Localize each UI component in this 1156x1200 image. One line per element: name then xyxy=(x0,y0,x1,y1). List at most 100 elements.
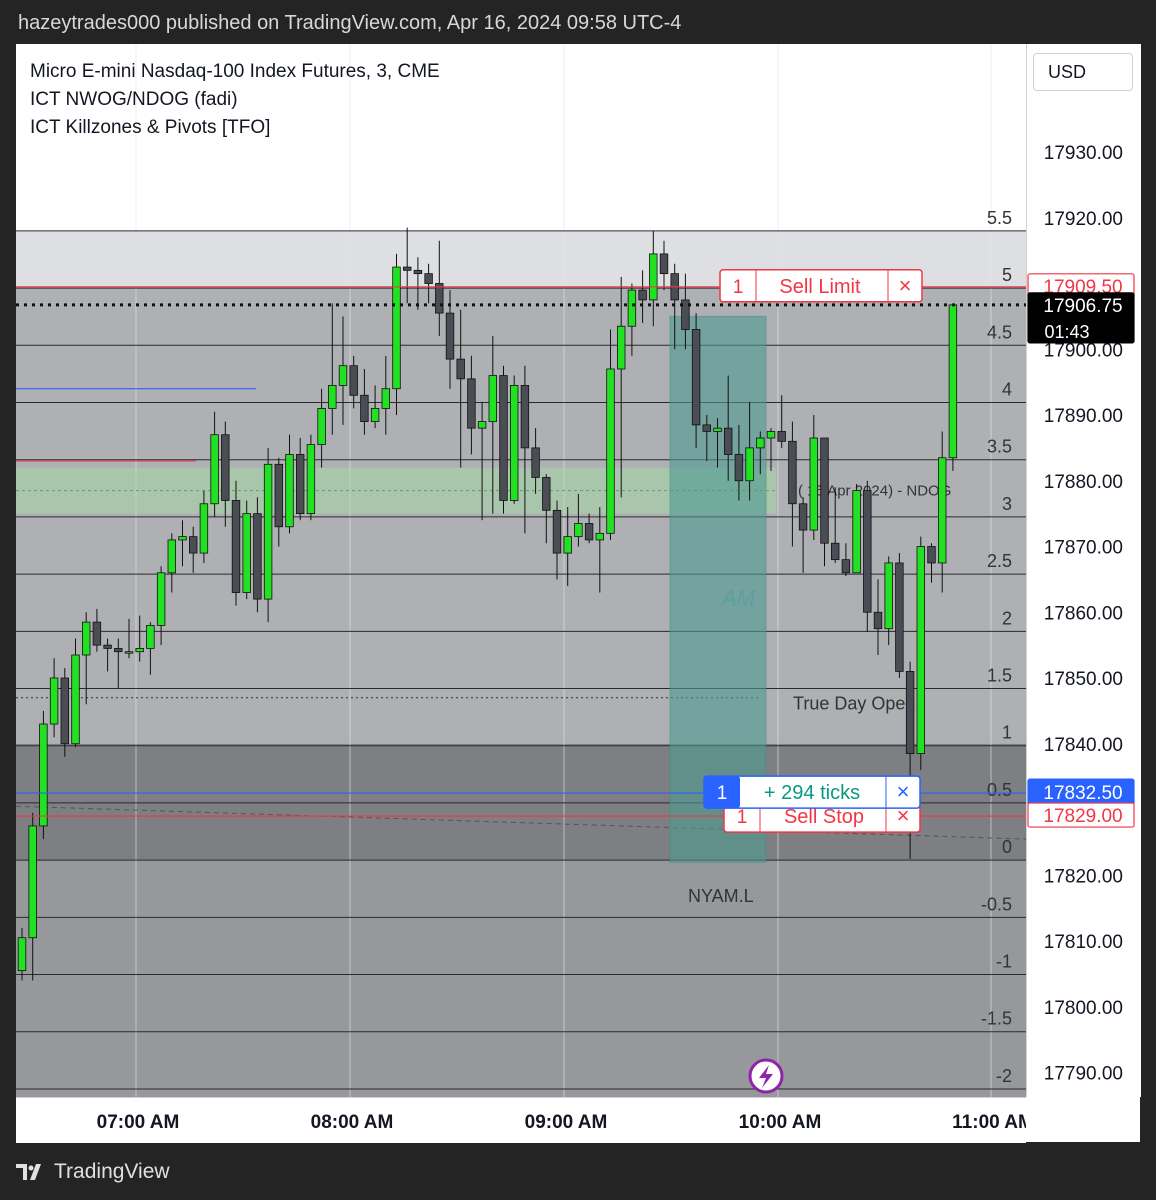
candle-bearish[interactable] xyxy=(542,477,551,511)
candle-bullish[interactable] xyxy=(28,825,37,939)
candle-bullish[interactable] xyxy=(766,431,776,439)
candle-bullish[interactable] xyxy=(328,385,337,409)
candle-bearish[interactable] xyxy=(360,394,369,422)
candle-bearish[interactable] xyxy=(92,621,102,646)
candle-bullish[interactable] xyxy=(809,437,818,531)
candle-bearish[interactable] xyxy=(905,671,915,755)
candle-bearish[interactable] xyxy=(531,447,540,478)
candle-bearish[interactable] xyxy=(820,437,829,544)
order-qty[interactable]: 1 xyxy=(733,277,744,298)
candle-bullish[interactable] xyxy=(156,572,166,626)
candle-bearish[interactable] xyxy=(863,490,872,613)
candle-bearish[interactable] xyxy=(499,375,508,501)
candle-bearish[interactable] xyxy=(274,463,283,528)
candle-bullish[interactable] xyxy=(199,503,209,554)
candle-bearish[interactable] xyxy=(413,269,423,275)
candle-bearish[interactable] xyxy=(552,509,562,554)
candle-bearish[interactable] xyxy=(798,503,808,531)
candle-bullish[interactable] xyxy=(884,562,893,630)
candle-bullish[interactable] xyxy=(713,427,722,432)
candle-bullish[interactable] xyxy=(916,546,925,755)
candle-bullish[interactable] xyxy=(381,388,390,409)
candle-bearish[interactable] xyxy=(231,500,241,593)
candle-bullish[interactable] xyxy=(948,304,958,459)
candle-bullish[interactable] xyxy=(17,937,27,971)
order-qty[interactable]: 1 xyxy=(717,783,728,804)
candle-bearish[interactable] xyxy=(873,611,883,630)
currency-button[interactable]: USD xyxy=(1033,53,1133,91)
candle-bullish[interactable] xyxy=(39,723,48,827)
order-close-icon[interactable]: × xyxy=(897,779,910,804)
candle-bearish[interactable] xyxy=(188,536,198,554)
indicator-killzones[interactable]: ICT Killzones & Pivots [TFO] xyxy=(30,114,440,142)
candle-bearish[interactable] xyxy=(445,312,455,360)
lightning-icon[interactable] xyxy=(748,1058,784,1094)
candle-bullish[interactable] xyxy=(167,539,176,574)
candle-bullish[interactable] xyxy=(488,375,497,422)
candle-bearish[interactable] xyxy=(691,329,701,426)
candle-bullish[interactable] xyxy=(49,677,59,725)
candle-bullish[interactable] xyxy=(745,447,754,482)
symbol-title[interactable]: Micro E-mini Nasdaq-100 Index Futures, 3… xyxy=(30,58,440,86)
candle-bullish[interactable] xyxy=(574,523,583,538)
candle-bearish[interactable] xyxy=(467,378,476,429)
candle-bearish[interactable] xyxy=(221,434,230,501)
candle-bearish[interactable] xyxy=(520,385,530,449)
candle-bearish[interactable] xyxy=(734,454,744,482)
candle-bullish[interactable] xyxy=(938,457,947,564)
candle-bearish[interactable] xyxy=(841,559,851,574)
order-close-icon[interactable]: × xyxy=(899,273,912,298)
time-axis[interactable]: 07:00 AM 08:00 AM 09:00 AM 10:00 AM 11:00 AM xyxy=(16,1097,1026,1143)
candle-bullish[interactable] xyxy=(285,454,294,528)
candle-bullish[interactable] xyxy=(263,463,273,600)
candle-bullish[interactable] xyxy=(178,536,187,541)
price-axis[interactable]: 17930.0017920.0017910.0017900.0017890.00… xyxy=(1026,44,1141,1097)
candle-bullish[interactable] xyxy=(124,651,134,654)
order-qty[interactable]: 1 xyxy=(737,807,748,828)
candle-bearish[interactable] xyxy=(424,273,433,284)
candle-bullish[interactable] xyxy=(146,625,155,649)
candle-bullish[interactable] xyxy=(82,621,91,656)
candle-bullish[interactable] xyxy=(617,325,626,370)
candle-bullish[interactable] xyxy=(71,654,80,745)
candle-bullish[interactable] xyxy=(606,368,615,534)
candle-bearish[interactable] xyxy=(349,365,358,396)
candle-bullish[interactable] xyxy=(392,266,401,390)
candle-bearish[interactable] xyxy=(253,513,262,600)
candle-bullish[interactable] xyxy=(477,421,487,429)
chart-plot-area[interactable]: ( 15 Apr 2024) - NDOG 5.5 5 4.5 4 3.5 3 2.5 2 1.5… xyxy=(16,44,1026,1097)
candle-bullish[interactable] xyxy=(563,536,572,554)
candle-bearish[interactable] xyxy=(456,358,465,380)
candle-bullish[interactable] xyxy=(210,434,219,505)
candle-bullish[interactable] xyxy=(338,365,348,386)
candle-bearish[interactable] xyxy=(724,427,733,455)
candlestick-chart[interactable]: ( 15 Apr 2024) - NDOG5.554.543.532.521.5… xyxy=(16,44,1026,1097)
candle-bullish[interactable] xyxy=(317,408,326,445)
candle-bearish[interactable] xyxy=(927,546,936,564)
candle-bearish[interactable] xyxy=(777,431,786,442)
candle-bearish[interactable] xyxy=(659,253,669,275)
candle-bullish[interactable] xyxy=(756,437,765,449)
candle-bearish[interactable] xyxy=(295,454,305,515)
candle-bearish[interactable] xyxy=(702,424,711,432)
candle-bearish[interactable] xyxy=(788,440,797,505)
candle-bearish[interactable] xyxy=(103,644,112,649)
order-tag[interactable]: 1 Sell Limit × xyxy=(719,269,923,303)
candle-bearish[interactable] xyxy=(831,542,840,561)
order-tag[interactable]: 1 + 294 ticks × xyxy=(703,775,921,809)
candle-bullish[interactable] xyxy=(627,289,637,327)
candle-bearish[interactable] xyxy=(60,677,69,745)
candle-bearish[interactable] xyxy=(584,523,594,541)
candle-bearish[interactable] xyxy=(435,283,444,314)
candle-bullish[interactable] xyxy=(595,532,604,541)
candle-bullish[interactable] xyxy=(370,408,380,422)
candle-bearish[interactable] xyxy=(402,266,412,271)
candle-bullish[interactable] xyxy=(135,648,144,653)
candle-bearish[interactable] xyxy=(638,289,647,301)
candle-bullish[interactable] xyxy=(509,385,519,501)
candle-bearish[interactable] xyxy=(114,648,123,653)
candle-bearish[interactable] xyxy=(895,562,904,672)
indicator-nwog-ndog[interactable]: ICT NWOG/NDOG (fadi) xyxy=(30,86,440,114)
candle-bullish[interactable] xyxy=(649,253,658,301)
candle-bullish[interactable] xyxy=(852,490,861,574)
